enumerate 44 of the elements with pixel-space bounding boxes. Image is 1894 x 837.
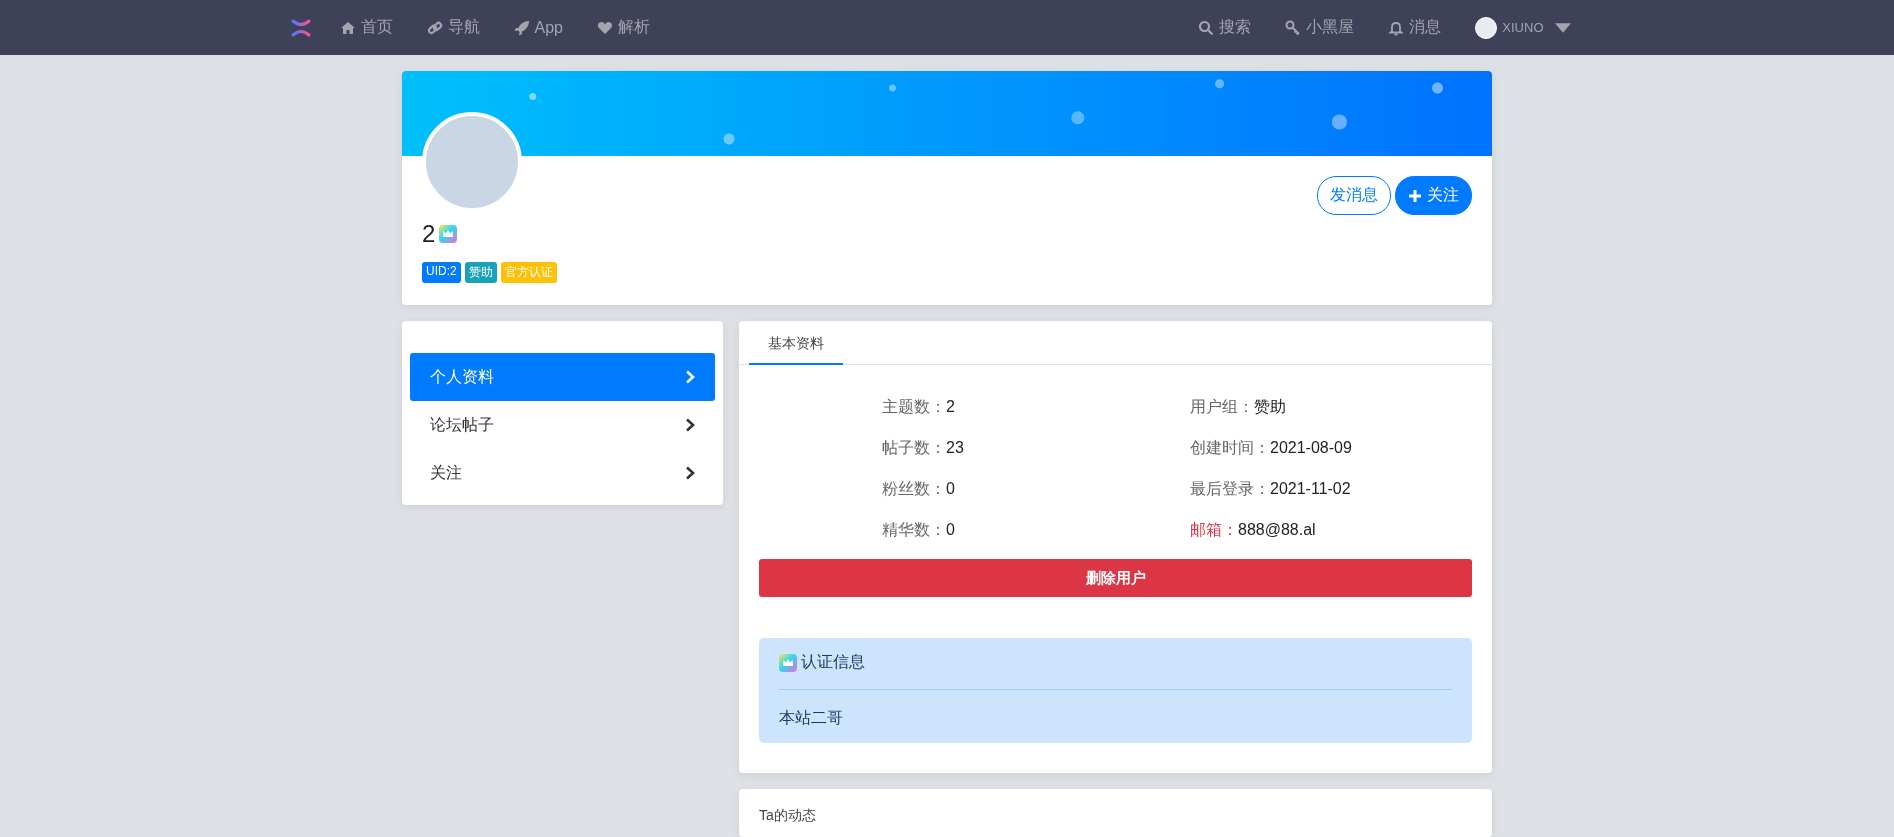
info-field: 主题数：2: [882, 397, 1190, 418]
avatar-icon: [1475, 16, 1498, 39]
tag: UID:2: [422, 262, 461, 283]
bell-icon: [1388, 19, 1405, 36]
user-name: 2: [422, 220, 436, 248]
nav-link[interactable]: 小黑屋: [1285, 17, 1355, 38]
info-field: 帖子数：23: [882, 438, 1190, 459]
rocket-icon: [513, 19, 530, 36]
home-icon: [339, 19, 356, 36]
info-field: 精华数：0: [882, 520, 1190, 541]
nav-link[interactable]: App: [513, 18, 563, 37]
follow-button[interactable]: 关注: [1395, 176, 1472, 215]
chevron-right-icon: [685, 466, 695, 480]
nav-link[interactable]: 首页: [339, 17, 393, 38]
tag: 赞助: [464, 262, 497, 283]
info-field: 最后登录：2021-11-02: [1190, 479, 1492, 500]
info-field: 用户组：赞助: [1190, 397, 1492, 418]
certification-text: 本站二哥: [779, 708, 844, 728]
nav-link[interactable]: 消息: [1388, 17, 1442, 38]
tag: 官方认证: [500, 262, 557, 283]
delete-user-button[interactable]: 删除用户: [759, 559, 1472, 597]
sidebar-item[interactable]: 个人资料: [410, 353, 715, 401]
nav-link[interactable]: 解析: [596, 17, 650, 38]
nav-link[interactable]: 搜索: [1198, 17, 1252, 38]
info-field: 创建时间：2021-08-09: [1190, 438, 1492, 459]
chevron-right-icon: [685, 370, 695, 384]
plus-icon: [1408, 188, 1422, 203]
info-field: 邮箱：888@88.al: [1190, 520, 1492, 541]
nav-link[interactable]: 导航: [426, 17, 480, 38]
chevron-right-icon: [685, 418, 695, 432]
key-icon: [1285, 19, 1302, 36]
user-menu[interactable]: XIUNO: [1475, 16, 1571, 39]
certification-title: 认证信息: [801, 652, 865, 672]
tab[interactable]: 基本资料: [749, 321, 843, 365]
link-icon: [426, 19, 443, 36]
sidebar-item[interactable]: 论坛帖子: [410, 401, 715, 449]
heart-icon: [596, 19, 613, 36]
crown-icon: [439, 225, 458, 243]
activity-title: Ta的动态: [759, 807, 817, 825]
crown-icon: [779, 653, 797, 672]
search-icon: [1198, 19, 1215, 36]
message-button[interactable]: 发消息: [1317, 176, 1391, 215]
info-field: 粉丝数：0: [882, 479, 1190, 500]
sidebar-item[interactable]: 关注: [410, 449, 715, 497]
